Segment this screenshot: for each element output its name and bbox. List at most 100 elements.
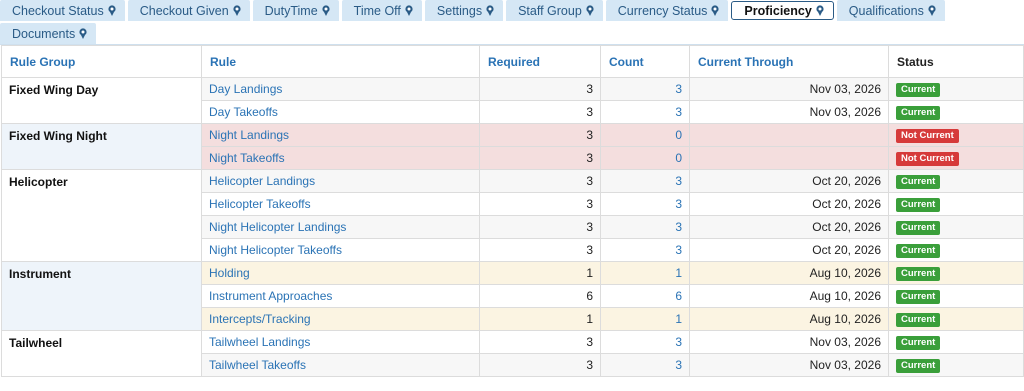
count-link[interactable]: 3 — [600, 330, 690, 354]
current-through-cell: Aug 10, 2026 — [689, 261, 889, 285]
table-header-row: Rule Group Rule Required Count Current T… — [1, 45, 1024, 78]
rule-link[interactable]: Day Landings — [201, 77, 480, 101]
required-cell: 6 — [479, 284, 601, 308]
required-cell: 3 — [479, 77, 601, 101]
tab-label: Time Off — [353, 3, 401, 18]
rule-link[interactable]: Holding — [201, 261, 480, 285]
status-badge: Current — [896, 290, 941, 304]
pin-icon[interactable] — [710, 4, 720, 17]
count-link[interactable]: 6 — [600, 284, 690, 308]
status-cell: Current — [888, 261, 1024, 285]
tab-label: Settings — [436, 3, 483, 18]
pin-icon[interactable] — [815, 4, 825, 17]
rule-link[interactable]: Helicopter Takeoffs — [201, 192, 480, 216]
rule-link[interactable]: Tailwheel Takeoffs — [201, 353, 480, 377]
current-through-cell: Nov 03, 2026 — [689, 353, 889, 377]
count-link[interactable]: 1 — [600, 307, 690, 331]
current-through-cell: Oct 20, 2026 — [689, 215, 889, 239]
count-link[interactable]: 3 — [600, 238, 690, 262]
pin-icon[interactable] — [78, 27, 88, 40]
rule-link[interactable]: Night Landings — [201, 123, 480, 147]
tab-label: Currency Status — [617, 3, 708, 18]
table-row: Helicopter Helicopter Landings 3 3 Oct 20, 2… — [1, 169, 1024, 262]
required-cell: 3 — [479, 192, 601, 216]
pin-icon[interactable] — [404, 4, 414, 17]
required-cell: 1 — [479, 261, 601, 285]
current-through-cell: Oct 20, 2026 — [689, 238, 889, 262]
status-cell: Current — [888, 169, 1024, 193]
status-cell: Current — [888, 353, 1024, 377]
status-badge: Current — [896, 244, 941, 258]
status-badge: Current — [896, 359, 941, 373]
rule-link[interactable]: Instrument Approaches — [201, 284, 480, 308]
header-count[interactable]: Count — [600, 45, 690, 78]
tab-label: Checkout Given — [139, 3, 229, 18]
count-link[interactable]: 3 — [600, 353, 690, 377]
tab-time-off[interactable]: Time Off — [341, 0, 422, 21]
rule-link[interactable]: Tailwheel Landings — [201, 330, 480, 354]
status-badge: Current — [896, 106, 941, 120]
header-status: Status — [888, 45, 1024, 78]
count-link[interactable]: 3 — [600, 100, 690, 124]
required-cell: 3 — [479, 238, 601, 262]
current-through-cell — [689, 123, 889, 147]
rule-link[interactable]: Day Takeoffs — [201, 100, 480, 124]
tab-documents[interactable]: Documents — [0, 23, 97, 44]
status-badge: Current — [896, 83, 941, 97]
tab-label: Proficiency — [744, 3, 812, 18]
tab-staff-group[interactable]: Staff Group — [506, 0, 603, 21]
current-through-cell: Nov 03, 2026 — [689, 77, 889, 101]
tab-bar: Checkout Status Checkout Given DutyTime Tim… — [0, 0, 1024, 45]
required-cell: 3 — [479, 215, 601, 239]
status-badge: Current — [896, 313, 941, 327]
pin-icon[interactable] — [107, 4, 117, 17]
count-link[interactable]: 1 — [600, 261, 690, 285]
rule-link[interactable]: Night Helicopter Landings — [201, 215, 480, 239]
count-link[interactable]: 3 — [600, 215, 690, 239]
status-cell: Current — [888, 238, 1024, 262]
status-cell: Current — [888, 330, 1024, 354]
status-cell: Current — [888, 100, 1024, 124]
pin-icon[interactable] — [232, 4, 242, 17]
status-badge: Current — [896, 336, 941, 350]
header-current-through[interactable]: Current Through — [689, 45, 889, 78]
pin-icon[interactable] — [927, 4, 937, 17]
table-row: Tailwheel Tailwheel Landings 3 3 Nov 03, 202… — [1, 330, 1024, 377]
required-cell: 3 — [479, 123, 601, 147]
rule-link[interactable]: Night Helicopter Takeoffs — [201, 238, 480, 262]
status-cell: Current — [888, 307, 1024, 331]
header-required[interactable]: Required — [479, 45, 601, 78]
tab-settings[interactable]: Settings — [424, 0, 504, 21]
rule-link[interactable]: Helicopter Landings — [201, 169, 480, 193]
tab-proficiency[interactable]: Proficiency — [731, 1, 834, 20]
proficiency-table: Rule Group Rule Required Count Current T… — [1, 45, 1024, 377]
rule-group-cell: Tailwheel — [1, 330, 202, 377]
count-link[interactable]: 3 — [600, 192, 690, 216]
status-badge: Current — [896, 198, 941, 212]
pin-icon[interactable] — [585, 4, 595, 17]
rule-group-cell: Instrument — [1, 261, 202, 331]
tab-checkout-given[interactable]: Checkout Given — [127, 0, 250, 21]
header-rule-group[interactable]: Rule Group — [1, 45, 202, 78]
rule-group-cell: Fixed Wing Night — [1, 123, 202, 170]
current-through-cell: Aug 10, 2026 — [689, 284, 889, 308]
tab-label: Staff Group — [518, 3, 582, 18]
tab-checkout-status[interactable]: Checkout Status — [0, 0, 125, 21]
tab-currency-status[interactable]: Currency Status — [605, 0, 729, 21]
rule-link[interactable]: Night Takeoffs — [201, 146, 480, 170]
status-badge: Current — [896, 221, 941, 235]
count-link[interactable]: 3 — [600, 77, 690, 101]
tab-dutytime[interactable]: DutyTime — [252, 0, 339, 21]
required-cell: 3 — [479, 330, 601, 354]
pin-icon[interactable] — [485, 4, 495, 17]
count-link[interactable]: 0 — [600, 146, 690, 170]
pin-icon[interactable] — [321, 4, 331, 17]
rule-link[interactable]: Intercepts/Tracking — [201, 307, 480, 331]
current-through-cell — [689, 146, 889, 170]
tab-qualifications[interactable]: Qualifications — [836, 0, 945, 21]
count-link[interactable]: 3 — [600, 169, 690, 193]
header-rule[interactable]: Rule — [201, 45, 480, 78]
count-link[interactable]: 0 — [600, 123, 690, 147]
required-cell: 3 — [479, 100, 601, 124]
required-cell: 3 — [479, 169, 601, 193]
